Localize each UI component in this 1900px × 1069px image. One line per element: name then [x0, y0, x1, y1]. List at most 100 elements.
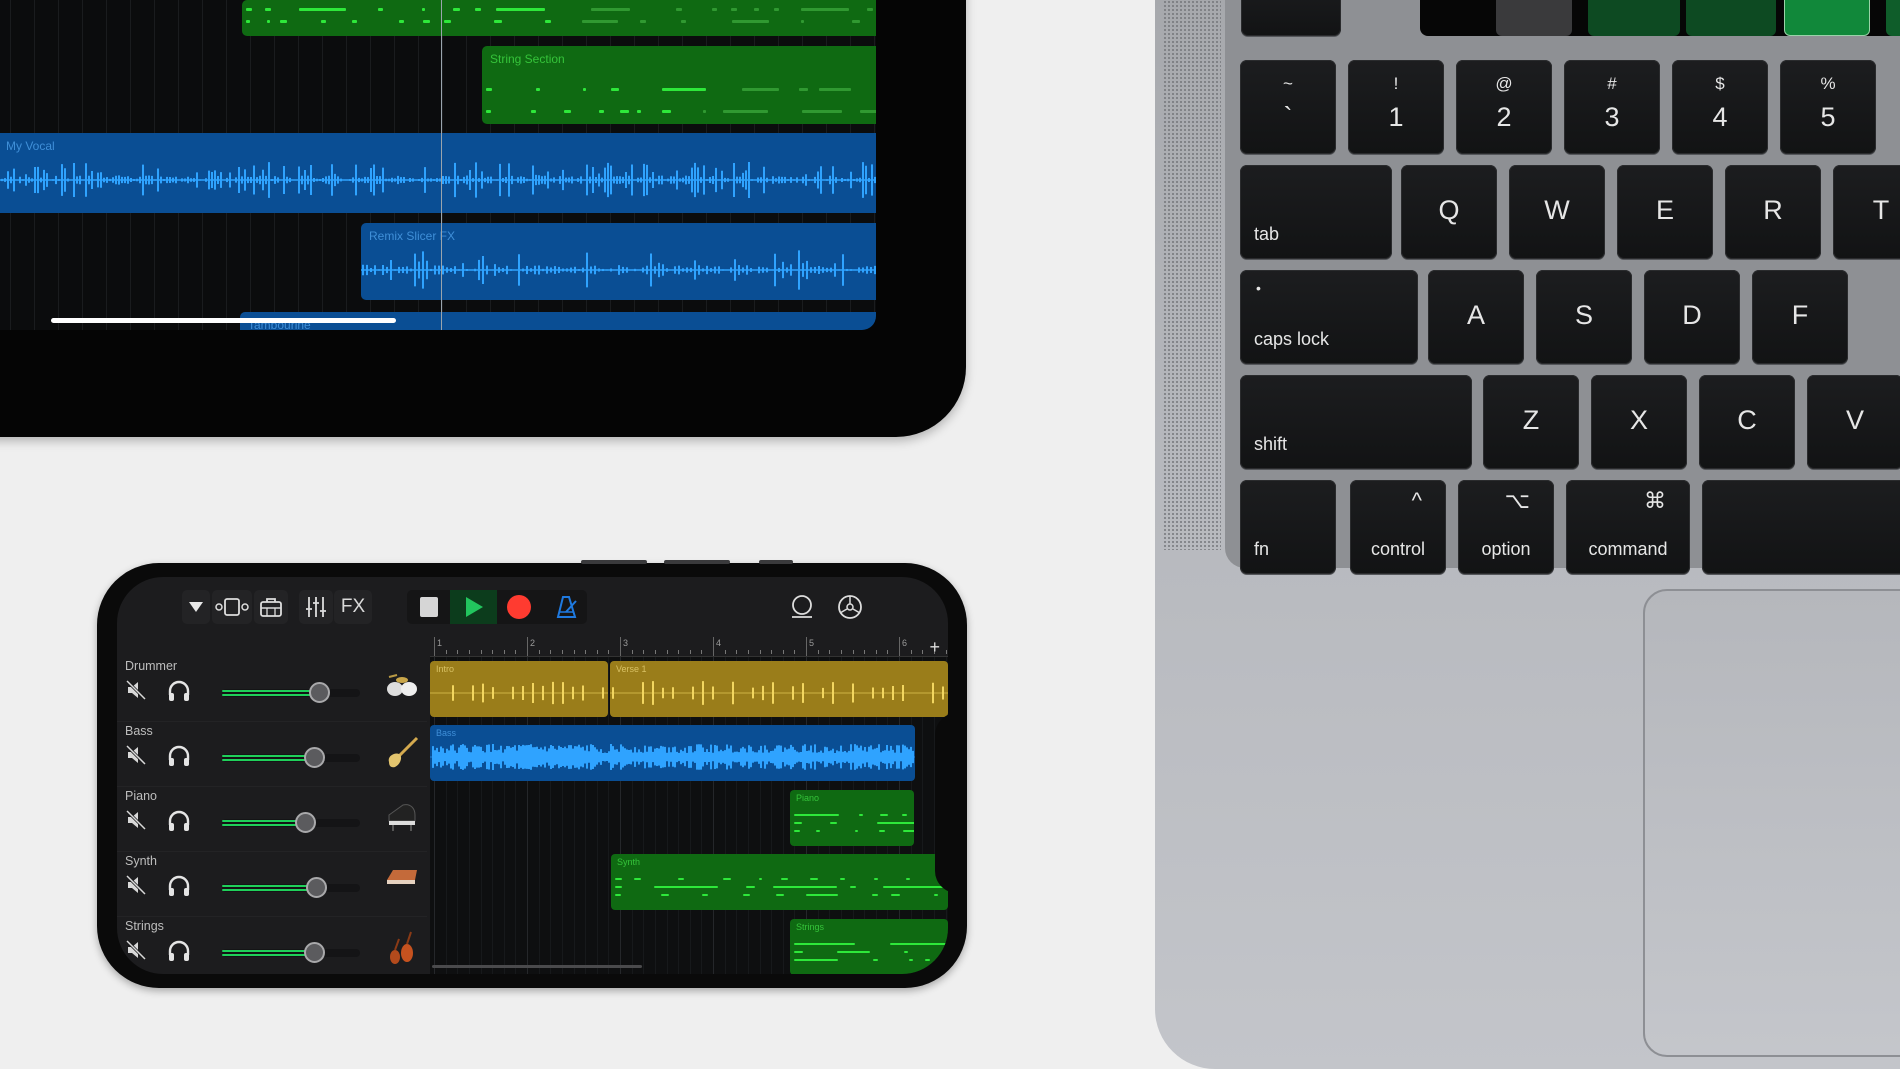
key-e[interactable]: E: [1617, 165, 1713, 259]
triangle-down-icon: [189, 602, 203, 612]
key-space[interactable]: [1702, 480, 1900, 574]
volume-slider[interactable]: [222, 812, 360, 833]
volume-level-bar: [222, 824, 297, 826]
loop-browser-button[interactable]: [784, 590, 820, 624]
key-f[interactable]: F: [1752, 270, 1848, 364]
key-v[interactable]: V: [1807, 375, 1900, 469]
ruler-tick: [503, 650, 505, 654]
view-toggle-button[interactable]: [212, 590, 252, 624]
key-fn[interactable]: fn: [1240, 480, 1336, 574]
key-2[interactable]: @2: [1456, 60, 1552, 154]
trackpad[interactable]: [1643, 589, 1900, 1057]
region-verse-1[interactable]: Verse 1: [610, 661, 948, 717]
playhead[interactable]: [441, 0, 442, 330]
key-w[interactable]: W: [1509, 165, 1605, 259]
key-3[interactable]: #3: [1564, 60, 1660, 154]
track-header-drummer[interactable]: Drummer: [117, 657, 427, 722]
key-control[interactable]: ^ control: [1350, 480, 1446, 574]
key-d[interactable]: D: [1644, 270, 1740, 364]
touch-bar-button[interactable]: [1588, 0, 1680, 36]
key-1[interactable]: ! 1: [1348, 60, 1444, 154]
horizontal-scrollbar[interactable]: [432, 965, 642, 968]
mute-button[interactable]: [125, 809, 147, 831]
add-section-button[interactable]: +: [929, 637, 940, 658]
key-x[interactable]: X: [1591, 375, 1687, 469]
key-t[interactable]: T: [1833, 165, 1900, 259]
midi-note: [731, 8, 738, 11]
track-header-bass[interactable]: Bass: [117, 722, 427, 787]
track-header-synth[interactable]: Synth: [117, 852, 427, 917]
solo-headphones-button[interactable]: [167, 744, 191, 768]
timeline-ruler[interactable]: 1 2 3 4 5 6: [430, 637, 948, 657]
volume-knob[interactable]: [294, 812, 316, 833]
region-piano[interactable]: Piano: [790, 790, 914, 846]
key-label: S: [1574, 300, 1593, 330]
volume-knob[interactable]: [305, 877, 327, 898]
ipad-region-top-midi[interactable]: [242, 0, 876, 36]
midi-note: [581, 20, 619, 23]
key-label: option: [1481, 539, 1531, 559]
key-5[interactable]: % 5: [1780, 60, 1876, 154]
ipad-region-my-vocal[interactable]: My Vocal: [0, 133, 876, 213]
region-intro[interactable]: Intro: [430, 661, 608, 717]
touch-bar[interactable]: [1420, 0, 1900, 36]
macbook-body: ~ `! 1 @2 #3 $4% 5 tab Q W E R T • caps lock A S D Fshift Z…: [1155, 0, 1900, 1069]
key-q[interactable]: Q: [1401, 165, 1497, 259]
track-header-piano[interactable]: Piano: [117, 787, 427, 852]
mute-button[interactable]: [125, 874, 147, 896]
volume-knob[interactable]: [304, 747, 326, 768]
region-bass[interactable]: Bass: [430, 725, 915, 781]
solo-headphones-button[interactable]: [167, 874, 191, 898]
instrument-browser-button[interactable]: [254, 590, 288, 624]
key-backtick[interactable]: ~ `: [1240, 60, 1336, 154]
touch-bar-button[interactable]: [1686, 0, 1776, 36]
key-tab[interactable]: tab: [1240, 165, 1392, 259]
touch-bar-button[interactable]: [1496, 0, 1572, 36]
volume-knob[interactable]: [308, 682, 330, 703]
ipad-tracks-area[interactable]: String Section My Vocal Remix Slicer FX …: [0, 0, 876, 330]
track-header-strings[interactable]: Strings: [117, 917, 427, 974]
ruler-tick: [561, 650, 563, 654]
home-indicator[interactable]: [51, 318, 396, 323]
mixer-button[interactable]: [299, 590, 333, 624]
volume-knob[interactable]: [304, 942, 326, 963]
volume-slider[interactable]: [222, 877, 360, 898]
ipad-region-string-section[interactable]: String Section: [482, 46, 876, 124]
key-option[interactable]: ⌥ option: [1458, 480, 1554, 574]
mute-button[interactable]: [125, 744, 147, 766]
touch-bar-button[interactable]: [1886, 0, 1900, 36]
midi-note: [662, 110, 671, 113]
tracks-timeline[interactable]: Intro Verse 1 Bass Piano Synth Strings: [430, 657, 948, 974]
solo-headphones-button[interactable]: [167, 939, 191, 963]
region-strings[interactable]: Strings: [790, 919, 948, 974]
mute-button[interactable]: [125, 939, 147, 961]
play-button[interactable]: [450, 590, 497, 624]
ipad-region-remix-slicer-fx[interactable]: Remix Slicer FX: [361, 223, 876, 300]
key-r[interactable]: R: [1725, 165, 1821, 259]
touch-bar-button[interactable]: [1784, 0, 1870, 36]
key-shift[interactable]: shift: [1240, 375, 1472, 469]
record-button[interactable]: [499, 590, 539, 624]
key-4[interactable]: $4: [1672, 60, 1768, 154]
volume-slider[interactable]: [222, 682, 360, 703]
mute-button[interactable]: [125, 679, 147, 701]
metronome-button[interactable]: [549, 590, 585, 624]
stop-button[interactable]: [411, 590, 447, 624]
escape-key[interactable]: [1241, 0, 1341, 36]
key-command[interactable]: ⌘ command: [1566, 480, 1690, 574]
region-synth[interactable]: Synth: [611, 854, 948, 910]
midi-note: [264, 8, 271, 11]
settings-button[interactable]: [832, 590, 868, 624]
key-s[interactable]: S: [1536, 270, 1632, 364]
volume-slider[interactable]: [222, 747, 360, 768]
key-a[interactable]: A: [1428, 270, 1524, 364]
solo-headphones-button[interactable]: [167, 809, 191, 833]
volume-slider[interactable]: [222, 942, 360, 963]
ruler-tick: [643, 650, 645, 654]
key-caps-lock[interactable]: • caps lock: [1240, 270, 1418, 364]
fx-button[interactable]: FX: [334, 590, 372, 624]
key-z[interactable]: Z: [1483, 375, 1579, 469]
tracks-menu-button[interactable]: [182, 590, 210, 624]
solo-headphones-button[interactable]: [167, 679, 191, 703]
key-c[interactable]: C: [1699, 375, 1795, 469]
